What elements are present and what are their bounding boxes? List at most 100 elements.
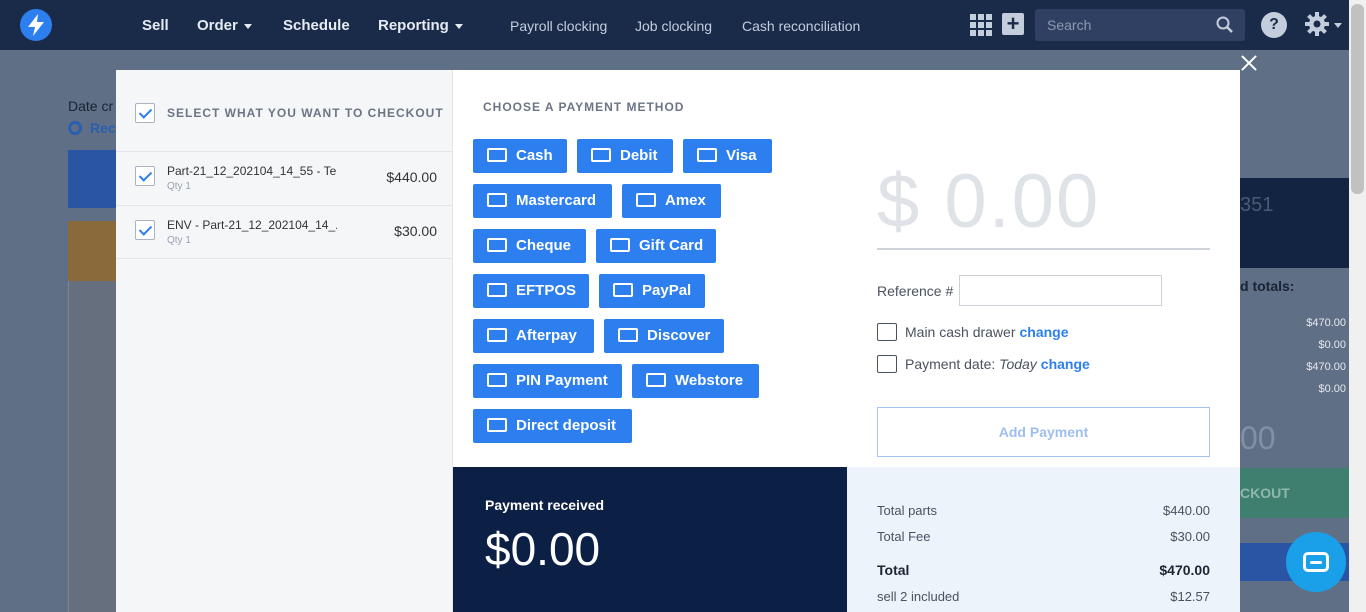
- total-label: Total Fee: [877, 529, 931, 544]
- debit-button[interactable]: Debit: [577, 139, 673, 173]
- mastercard-label: Mastercard: [516, 192, 597, 209]
- nav-sell[interactable]: Sell: [142, 17, 169, 34]
- gift-icon: [610, 238, 630, 252]
- cheque-label: Cheque: [516, 237, 572, 254]
- webstore-icon: [646, 373, 666, 387]
- cash-register-icon: [877, 323, 897, 341]
- item-name: ENV - Part-21_12_202104_14_...: [167, 218, 337, 232]
- cash-drawer-label: Main cash drawer: [905, 324, 1016, 340]
- eftpos-icon: [487, 283, 507, 297]
- visa-button[interactable]: Visa: [683, 139, 772, 173]
- eftpos-button[interactable]: EFTPOS: [473, 274, 589, 308]
- paypal-icon: [613, 283, 633, 297]
- chat-launcher-button[interactable]: [1286, 532, 1346, 592]
- debit-label: Debit: [620, 147, 658, 164]
- search-icon[interactable]: [1216, 16, 1233, 33]
- payment-amount-display[interactable]: $ 0.00: [877, 158, 1100, 245]
- item-price: $30.00: [394, 223, 437, 239]
- total-value: $12.57: [1170, 589, 1210, 604]
- select-all-checkbox[interactable]: [135, 103, 155, 123]
- cash-icon: [487, 148, 507, 162]
- pin-payment-button[interactable]: PIN Payment: [473, 364, 622, 398]
- nav-job-clocking[interactable]: Job clocking: [635, 18, 712, 34]
- list-item: ENV - Part-21_12_202104_14_... Qty 1 $30…: [116, 205, 453, 259]
- top-navbar: Sell Order Schedule Reporting Payroll cl…: [0, 0, 1366, 50]
- total-row: Total parts $440.00: [877, 503, 1210, 518]
- amount-underline: [877, 248, 1210, 250]
- webstore-label: Webstore: [675, 372, 744, 389]
- help-icon[interactable]: ?: [1261, 12, 1287, 38]
- device-tile[interactable]: [68, 221, 116, 281]
- amex-button[interactable]: Amex: [622, 184, 721, 218]
- apps-grid-icon[interactable]: [970, 14, 992, 36]
- paypal-button[interactable]: PayPal: [599, 274, 705, 308]
- bg-value: $0.00: [1318, 339, 1346, 351]
- list-item: Part-21_12_202104_14_55 - Te... Qty 1 $4…: [116, 151, 453, 205]
- reference-input[interactable]: [959, 275, 1162, 306]
- date-label: Date cr: [68, 98, 114, 114]
- calendar-icon: [877, 355, 897, 373]
- item-qty: Qty 1: [167, 181, 191, 192]
- mastercard-button[interactable]: Mastercard: [473, 184, 612, 218]
- lightning-logo-icon[interactable]: [20, 9, 52, 41]
- checkout-items-pane: SELECT WHAT YOU WANT TO CHECKOUT Part-21…: [116, 70, 453, 612]
- checkout-label: CKOUT: [1240, 485, 1290, 501]
- total-label: sell 2 included: [877, 589, 960, 604]
- summary-tile: [1240, 178, 1350, 268]
- total-row: Total Fee $30.00: [877, 529, 1210, 544]
- recent-link[interactable]: Rec: [90, 120, 116, 136]
- gift-card-button[interactable]: Gift Card: [596, 229, 716, 263]
- payment-received-label: Payment received: [485, 497, 605, 513]
- nav-order[interactable]: Order: [197, 17, 252, 34]
- nav-payroll-clocking[interactable]: Payroll clocking: [510, 18, 607, 34]
- cash-button[interactable]: Cash: [473, 139, 567, 173]
- total-row: sell 2 included $12.57: [877, 589, 1210, 604]
- eftpos-label: EFTPOS: [516, 282, 577, 299]
- gift-card-label: Gift Card: [639, 237, 704, 254]
- customer-tile[interactable]: [68, 150, 116, 208]
- gear-icon[interactable]: [1304, 11, 1330, 37]
- debit-card-icon: [591, 148, 611, 162]
- visa-icon: [697, 148, 717, 162]
- discover-button[interactable]: Discover: [604, 319, 724, 353]
- total-label: Total: [877, 562, 910, 578]
- change-date-link[interactable]: change: [1041, 356, 1090, 372]
- webstore-button[interactable]: Webstore: [632, 364, 759, 398]
- afterpay-button[interactable]: Afterpay: [473, 319, 594, 353]
- nav-reporting-label: Reporting: [378, 17, 449, 34]
- checkout-button-bg[interactable]: CKOUT: [1240, 468, 1350, 518]
- change-drawer-link[interactable]: change: [1020, 324, 1069, 340]
- cash-label: Cash: [516, 147, 553, 164]
- search-input[interactable]: [1047, 15, 1207, 35]
- page-scrollbar[interactable]: [1349, 0, 1366, 612]
- pin-payment-icon: [487, 373, 507, 387]
- grand-total-row: Total $470.00: [877, 562, 1210, 578]
- discover-icon: [618, 328, 638, 342]
- direct-deposit-button[interactable]: Direct deposit: [473, 409, 632, 443]
- nav-reporting[interactable]: Reporting: [378, 17, 463, 34]
- cheque-button[interactable]: Cheque: [473, 229, 586, 263]
- visa-label: Visa: [726, 147, 757, 164]
- item-checkbox[interactable]: [135, 220, 155, 240]
- scrollbar-thumb[interactable]: [1351, 4, 1364, 194]
- totals-panel: Total parts $440.00 Total Fee $30.00 Total…: [847, 467, 1240, 612]
- direct-deposit-icon: [487, 418, 507, 432]
- close-icon[interactable]: [1240, 54, 1258, 72]
- payment-received-panel: Payment received $0.00: [453, 467, 847, 612]
- item-name: Part-21_12_202104_14_55 - Te...: [167, 164, 337, 178]
- nav-cash-reconciliation[interactable]: Cash reconciliation: [742, 18, 860, 34]
- bg-value: $0.00: [1318, 383, 1346, 395]
- totals-label: d totals:: [1240, 278, 1295, 294]
- add-icon[interactable]: +: [1002, 13, 1024, 35]
- item-checkbox[interactable]: [135, 166, 155, 186]
- select-heading: SELECT WHAT YOU WANT TO CHECKOUT: [167, 106, 444, 120]
- amex-label: Amex: [665, 192, 706, 209]
- paypal-label: PayPal: [642, 282, 692, 299]
- chevron-down-icon: [243, 23, 252, 29]
- nav-order-label: Order: [197, 17, 238, 34]
- chevron-down-icon: [454, 23, 463, 29]
- nav-schedule[interactable]: Schedule: [283, 17, 350, 34]
- bg-amount: 00: [1240, 420, 1276, 456]
- add-payment-button[interactable]: Add Payment: [877, 407, 1210, 457]
- item-price: $440.00: [386, 169, 437, 185]
